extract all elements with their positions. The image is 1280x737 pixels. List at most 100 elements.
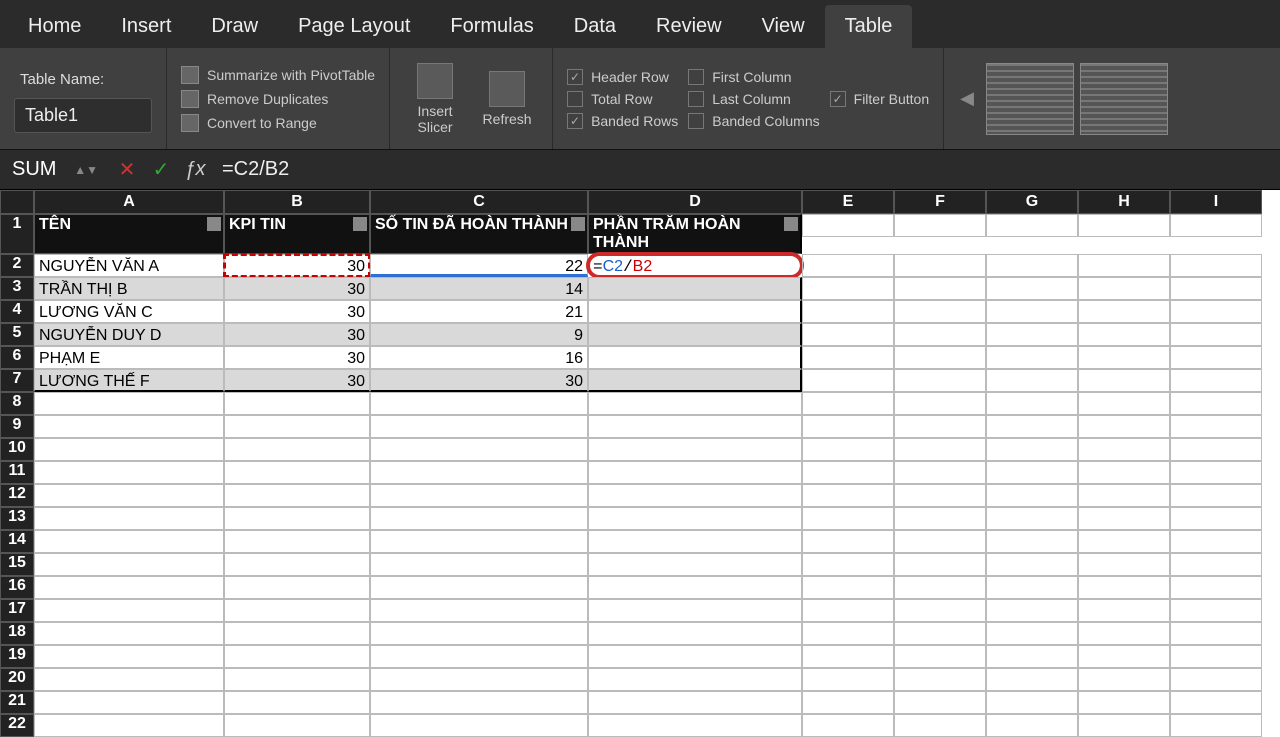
cell-ref-c2[interactable]: 22 — [370, 254, 588, 277]
cell[interactable] — [588, 438, 802, 461]
cell[interactable] — [986, 415, 1078, 438]
cell[interactable] — [1078, 484, 1170, 507]
cell[interactable] — [224, 668, 370, 691]
col-header-b[interactable]: B — [224, 190, 370, 214]
cell[interactable] — [588, 599, 802, 622]
cell[interactable] — [1078, 507, 1170, 530]
cell[interactable] — [802, 691, 894, 714]
cell[interactable] — [588, 507, 802, 530]
convert-range-button[interactable]: Convert to Range — [181, 114, 375, 132]
row-header[interactable]: 15 — [0, 553, 34, 576]
cell[interactable] — [588, 668, 802, 691]
banded-rows-toggle[interactable]: ✓Banded Rows — [567, 113, 678, 129]
cell[interactable] — [802, 461, 894, 484]
cell[interactable] — [986, 461, 1078, 484]
row-header[interactable]: 4 — [0, 300, 34, 323]
cell[interactable] — [370, 622, 588, 645]
col-header-a[interactable]: A — [34, 190, 224, 214]
cell[interactable] — [986, 599, 1078, 622]
cell[interactable]: TRẦN THỊ B — [34, 277, 224, 300]
last-column-toggle[interactable]: Last Column — [688, 91, 819, 107]
cell[interactable] — [894, 576, 986, 599]
cell[interactable] — [588, 323, 802, 346]
cell[interactable] — [34, 507, 224, 530]
cell[interactable] — [1170, 691, 1262, 714]
cell[interactable]: 30 — [224, 277, 370, 300]
cell[interactable] — [986, 691, 1078, 714]
cell[interactable]: NGUYỄN VĂN A — [34, 254, 224, 277]
cell[interactable] — [1170, 323, 1262, 346]
cell[interactable] — [894, 507, 986, 530]
cell[interactable] — [588, 714, 802, 737]
cell[interactable] — [34, 530, 224, 553]
row-header[interactable]: 3 — [0, 277, 34, 300]
filter-icon[interactable] — [784, 217, 798, 231]
cell[interactable] — [370, 392, 588, 415]
cell[interactable] — [1078, 576, 1170, 599]
cell[interactable] — [224, 415, 370, 438]
cell[interactable] — [224, 645, 370, 668]
cancel-formula-button[interactable]: ✕ — [110, 157, 144, 182]
cell[interactable] — [986, 484, 1078, 507]
cell[interactable]: 30 — [370, 369, 588, 392]
cell[interactable] — [1170, 300, 1262, 323]
cell[interactable] — [894, 254, 986, 277]
cell[interactable] — [894, 530, 986, 553]
cell[interactable] — [1078, 438, 1170, 461]
row-header[interactable]: 12 — [0, 484, 34, 507]
header-row-toggle[interactable]: ✓Header Row — [567, 69, 678, 85]
select-all-corner[interactable] — [0, 190, 34, 214]
cell[interactable] — [986, 553, 1078, 576]
cell[interactable] — [986, 714, 1078, 737]
cell[interactable] — [1170, 553, 1262, 576]
cell[interactable] — [224, 576, 370, 599]
cell[interactable] — [370, 530, 588, 553]
cell[interactable] — [986, 300, 1078, 323]
cell[interactable] — [802, 214, 894, 237]
refresh-button[interactable]: Refresh — [476, 71, 538, 127]
cell[interactable] — [1078, 323, 1170, 346]
cell[interactable]: 30 — [224, 369, 370, 392]
cell[interactable] — [34, 553, 224, 576]
cell[interactable] — [894, 553, 986, 576]
col-header-f[interactable]: F — [894, 190, 986, 214]
cell[interactable] — [370, 691, 588, 714]
cell[interactable] — [1170, 576, 1262, 599]
row-header[interactable]: 18 — [0, 622, 34, 645]
cell[interactable]: 30 — [224, 323, 370, 346]
cell[interactable] — [1170, 484, 1262, 507]
styles-prev-icon[interactable]: ◀ — [954, 88, 980, 109]
cell[interactable] — [986, 254, 1078, 277]
cell[interactable] — [802, 714, 894, 737]
cell[interactable] — [894, 346, 986, 369]
cell[interactable] — [802, 415, 894, 438]
cell[interactable] — [1078, 369, 1170, 392]
cell[interactable] — [802, 438, 894, 461]
cell[interactable]: PHẠM E — [34, 346, 224, 369]
dropdown-icon[interactable]: ▲▼ — [74, 163, 98, 177]
cell[interactable] — [986, 507, 1078, 530]
cell[interactable] — [894, 300, 986, 323]
cell[interactable] — [1078, 392, 1170, 415]
filter-button-toggle[interactable]: ✓Filter Button — [830, 91, 929, 107]
cell[interactable] — [1170, 668, 1262, 691]
cell[interactable] — [1078, 254, 1170, 277]
cell[interactable] — [894, 369, 986, 392]
cell[interactable] — [1170, 369, 1262, 392]
cell[interactable] — [986, 668, 1078, 691]
cell[interactable] — [802, 484, 894, 507]
remove-duplicates-button[interactable]: Remove Duplicates — [181, 90, 375, 108]
cell[interactable] — [588, 300, 802, 323]
cell[interactable] — [802, 369, 894, 392]
cell[interactable]: LƯƠNG VĂN C — [34, 300, 224, 323]
col-header-d[interactable]: D — [588, 190, 802, 214]
cell[interactable] — [1170, 392, 1262, 415]
row-header[interactable]: 10 — [0, 438, 34, 461]
cell[interactable]: 9 — [370, 323, 588, 346]
tab-view[interactable]: View — [742, 5, 825, 48]
cell[interactable] — [986, 622, 1078, 645]
cell[interactable] — [1170, 254, 1262, 277]
cell[interactable] — [34, 714, 224, 737]
cell[interactable] — [370, 668, 588, 691]
cell[interactable] — [224, 484, 370, 507]
